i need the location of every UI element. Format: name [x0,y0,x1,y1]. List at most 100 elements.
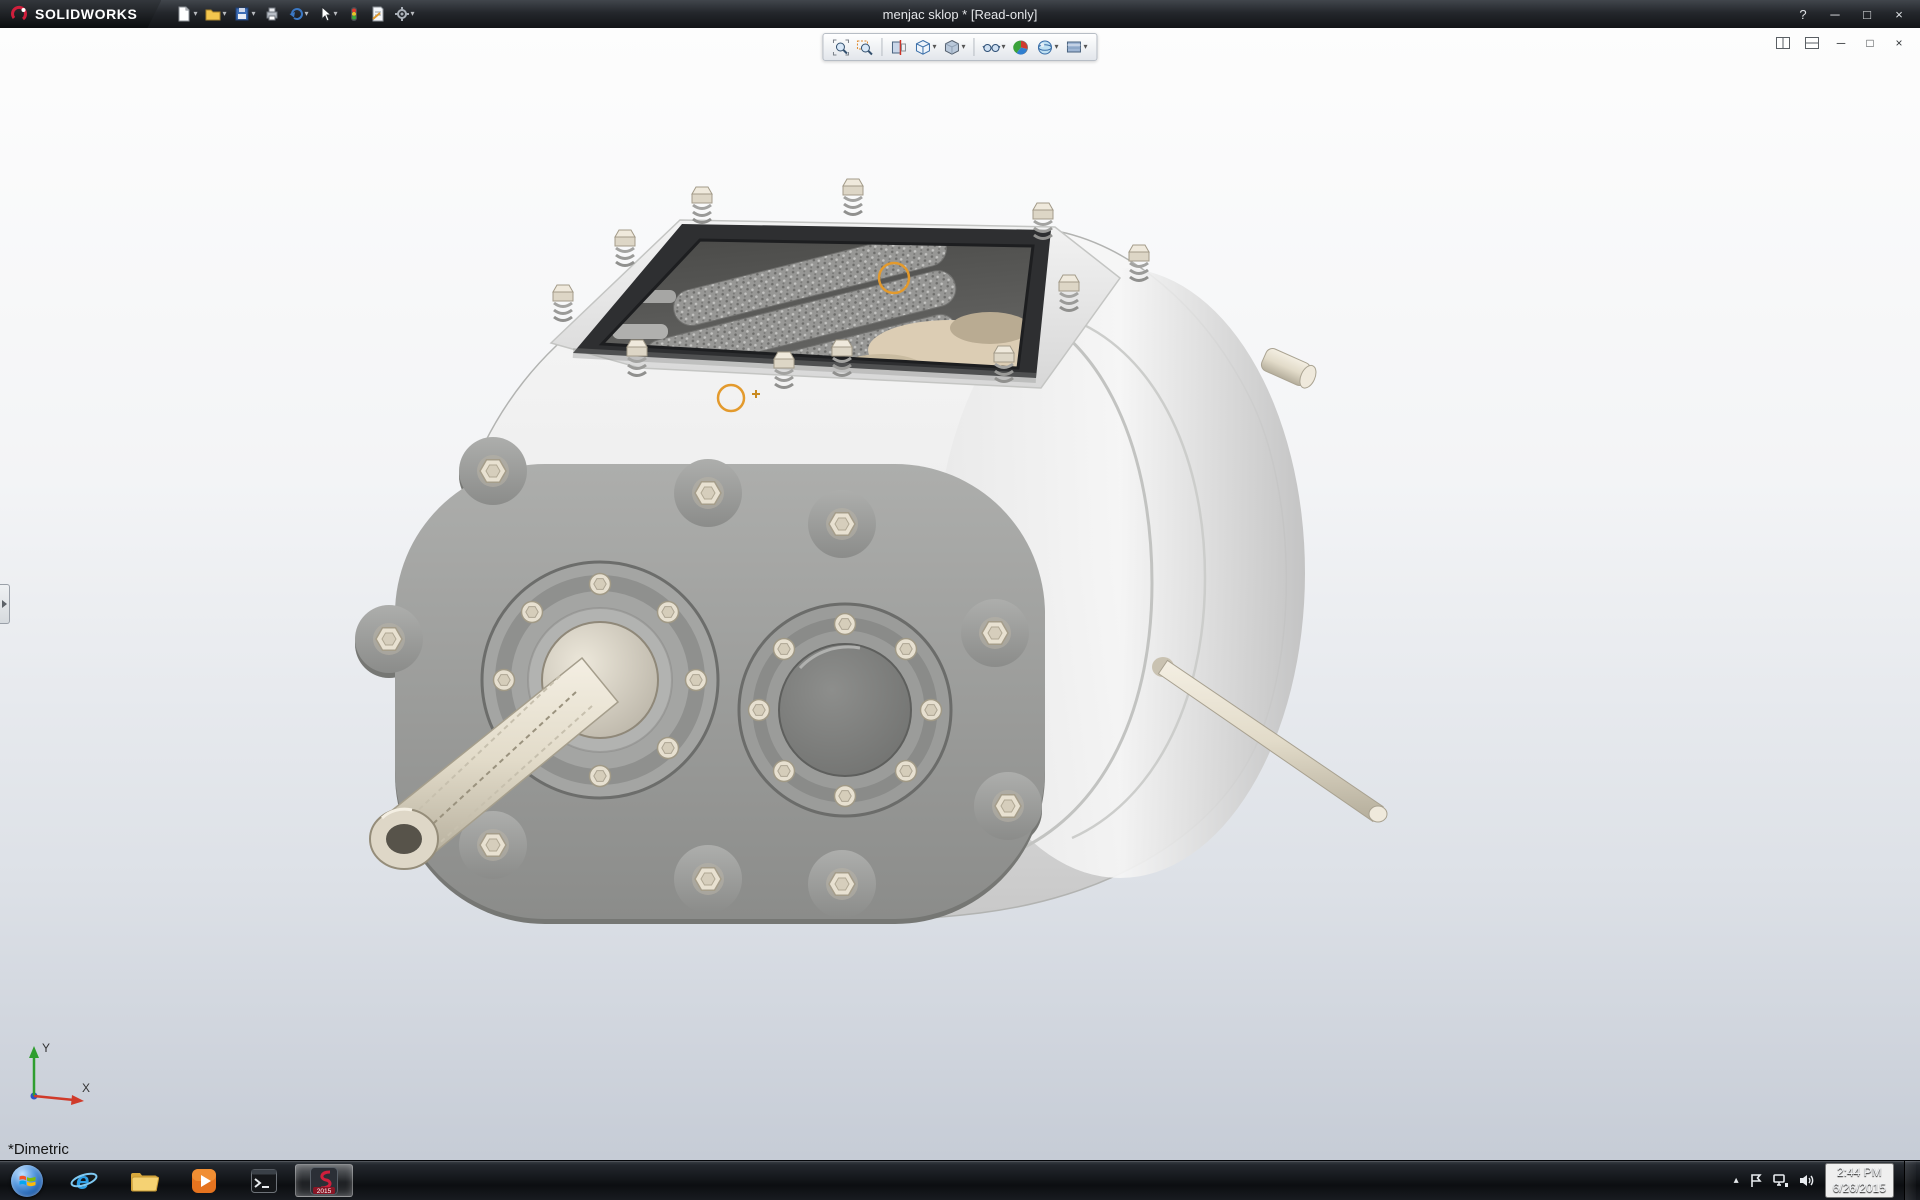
dropdown-caret: ▾ [961,43,965,51]
document-close-button[interactable]: × [1888,34,1910,52]
file-properties-icon [370,6,386,22]
open-icon [205,6,221,22]
media-player-icon [190,1167,218,1195]
taskbar-clock[interactable]: 2:44 PM 6/26/2015 [1825,1163,1894,1198]
windows-flag-icon [19,1173,36,1188]
restore-button[interactable]: □ [1852,3,1882,25]
pane-split-vertical-icon [1805,37,1819,49]
zoom-to-area-icon [856,39,873,56]
undo-icon [288,6,304,22]
action-center-button[interactable] [1749,1173,1763,1188]
headsup-view-toolbar: ▾ ▾ ▾ [822,33,1097,61]
solidworks-year-badge: 2015 [317,1188,332,1195]
dropdown-caret: ▾ [251,10,255,18]
triad-y-arrowhead [29,1046,39,1058]
taskbar-internet-explorer[interactable]: e [55,1164,113,1197]
dropdown-caret: ▾ [222,10,226,18]
edit-appearance-ball-icon [1013,39,1030,56]
toolbar-separator [881,38,882,56]
window-controls: ? ─ □ × [1788,3,1920,25]
graphics-area[interactable]: ▾ ▾ ▾ [0,28,1920,1160]
print-button[interactable] [261,2,283,26]
titlebar: SOLIDWORKS ▾ ▾ ▾ [0,0,1920,28]
flyout-arrow-icon [2,600,7,608]
undo-button[interactable]: ▾ [285,2,312,26]
view-settings-icon [1066,39,1083,56]
display-style-button[interactable]: ▾ [940,36,968,58]
volume-button[interactable] [1799,1173,1815,1188]
start-button[interactable] [0,1161,54,1200]
minimize-button[interactable]: ─ [1820,3,1850,25]
close-button[interactable]: × [1884,3,1914,25]
dropdown-caret: ▾ [305,10,309,18]
options-button[interactable]: ▾ [391,2,418,26]
file-properties-button[interactable] [367,2,389,26]
taskbar-media-player[interactable] [175,1164,233,1197]
select-button[interactable]: ▾ [314,2,341,26]
solidworks-2015-icon: 2015 [309,1166,339,1196]
solidworks-logo-icon [10,5,28,23]
bearing-cover[interactable] [739,604,951,816]
show-desktop-button[interactable] [1904,1161,1916,1200]
rebuild-button[interactable] [343,2,365,26]
network-button[interactable] [1773,1173,1789,1188]
brand-name: SOLIDWORKS [35,6,137,22]
breather-plug[interactable] [1259,346,1319,390]
desktop: SOLIDWORKS ▾ ▾ ▾ [0,0,1920,1200]
apply-scene-icon [1037,39,1054,56]
pane-split-vertical-button[interactable] [1801,34,1823,52]
triad-y-label: Y [42,1041,50,1055]
rebuild-icon [346,6,362,22]
edit-appearance-button[interactable] [1010,36,1033,58]
document-window-controls: ─ □ × [1772,34,1910,52]
new-document-button[interactable]: ▾ [173,2,200,26]
clock-date: 6/26/2015 [1833,1181,1886,1197]
taskbar-command-prompt[interactable] [235,1164,293,1197]
dropdown-caret: ▾ [932,43,936,51]
options-gear-icon [394,6,410,22]
window-title: menjac sklop * [Read-only] [883,7,1038,22]
view-orientation-button[interactable]: ▾ [911,36,939,58]
pane-split-horizontal-button[interactable] [1772,34,1794,52]
solidworks-menu[interactable]: SOLIDWORKS [0,0,161,28]
svg-text:e: e [76,1168,89,1195]
zoom-to-area-button[interactable] [853,36,876,58]
toolbar-separator [973,38,974,56]
print-icon [264,6,280,22]
hide-show-items-button[interactable]: ▾ [979,36,1008,58]
windows-orb-icon [11,1165,43,1197]
folder-icon [129,1168,159,1194]
view-orientation-cube-icon [914,39,931,56]
save-icon [234,6,250,22]
volume-speaker-icon [1799,1173,1815,1188]
model-canvas[interactable] [0,28,1920,1160]
new-document-icon [176,6,192,22]
pane-split-horizontal-icon [1776,37,1790,49]
dropdown-caret: ▾ [411,10,415,18]
document-restore-button[interactable]: □ [1859,34,1881,52]
zoom-to-fit-button[interactable] [829,36,852,58]
dropdown-caret: ▾ [1055,43,1059,51]
clock-time: 2:44 PM [1833,1165,1886,1181]
open-button[interactable]: ▾ [202,2,229,26]
triad-x-axis [34,1096,74,1100]
show-hidden-icons-button[interactable]: ▴ [1734,1175,1739,1186]
apply-scene-button[interactable]: ▾ [1034,36,1062,58]
action-center-flag-icon [1749,1173,1763,1188]
featuremanager-flyout-handle[interactable] [0,584,10,624]
orientation-triad[interactable]: Y X [16,1036,100,1114]
document-minimize-button[interactable]: ─ [1830,34,1852,52]
help-button[interactable]: ? [1788,3,1818,25]
section-view-button[interactable] [887,36,910,58]
internet-explorer-icon: e [69,1166,99,1196]
triad-x-arrowhead [71,1095,84,1105]
command-prompt-icon [250,1168,278,1194]
save-button[interactable]: ▾ [231,2,258,26]
view-settings-button[interactable]: ▾ [1063,36,1091,58]
taskbar: e [0,1160,1920,1200]
section-view-icon [890,39,907,56]
dropdown-caret: ▾ [1001,43,1005,51]
taskbar-file-explorer[interactable] [115,1164,173,1197]
taskbar-solidworks-2015[interactable]: 2015 [295,1164,353,1197]
dropdown-caret: ▾ [334,10,338,18]
